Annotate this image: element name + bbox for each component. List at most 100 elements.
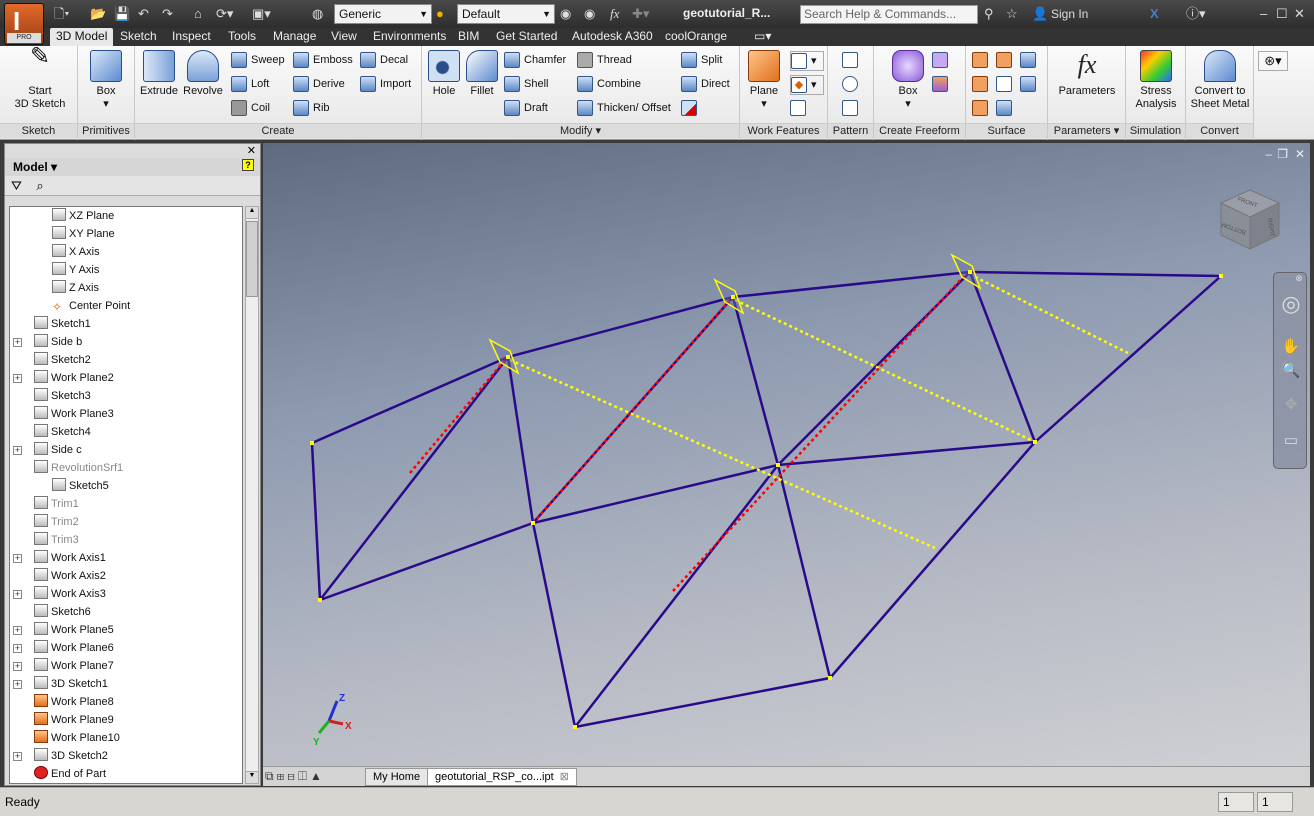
ribbon-options-button[interactable]: ⊛▾ [1258,51,1288,71]
box-button[interactable]: Box ▾ [88,50,124,111]
tab-view[interactable]: View [331,28,357,46]
tree-item[interactable]: Side c [34,441,82,459]
sketch-point[interactable] [310,441,314,445]
tree-item[interactable]: ✧ Center Point [52,297,130,315]
sketch-edge[interactable] [319,356,509,601]
expand-toggle[interactable]: + [13,644,22,653]
scroll-up-button[interactable]: ▲ [246,207,258,219]
hole-button[interactable]: Hole [426,50,462,98]
trim-button[interactable] [996,75,1016,95]
sketch-edge[interactable] [507,295,734,359]
sketch-point[interactable] [776,463,780,467]
expand-toggle[interactable]: + [13,446,22,455]
viewcube[interactable]: FRONT RIGHT BOTTOM [1215,185,1285,255]
delete-face-button[interactable] [681,99,701,119]
save-icon[interactable]: 💾 [114,5,130,23]
fillet-button[interactable]: Fillet [464,50,500,98]
look-at-icon[interactable]: ▭ [1281,431,1301,449]
color-wheel-icon[interactable]: ● [436,5,444,23]
expand-toggle[interactable]: + [13,338,22,347]
derive-button[interactable]: Derive [293,75,345,95]
tab-autodesk-a360[interactable]: Autodesk A360 [572,28,653,46]
freeform-box-button[interactable]: Box ▾ [888,50,928,111]
point-button[interactable]: ◆ ▾ [790,75,824,95]
pan-icon[interactable]: ✋ [1281,337,1301,355]
sketch-point[interactable] [1033,440,1037,444]
tree-scrollbar[interactable]: ▲ ▼ [245,206,259,784]
maximize-icon[interactable]: ☐ [1276,5,1288,23]
tree-item[interactable]: Sketch2 [34,351,91,369]
ribbon-display-toggle-icon[interactable]: ▭▾ [754,28,771,46]
scroll-down-button[interactable]: ▼ [246,771,258,783]
freeform-plane-button[interactable] [932,51,952,71]
tree-item[interactable]: Sketch5 [52,477,109,495]
sketch-point[interactable] [506,355,510,359]
sketch-edge[interactable] [731,296,780,466]
split-button[interactable]: Split [681,51,722,71]
ucs-button[interactable] [790,99,810,119]
tree-item[interactable]: Y Axis [52,261,99,279]
expand-toggle[interactable]: + [13,752,22,761]
tree-item[interactable]: End of Part [34,765,106,783]
scroll-thumb[interactable] [246,221,258,297]
tree-item[interactable]: Work Plane9 [34,711,114,729]
tree-item[interactable]: Work Plane3 [34,405,114,423]
home-icon[interactable]: ⌂ [194,5,202,23]
sketch-edge[interactable] [319,521,534,602]
combine-button[interactable]: Combine [577,75,641,95]
sketch-edge[interactable] [777,440,1036,467]
expand-toggle[interactable]: + [13,374,22,383]
expand-toggle[interactable]: + [13,554,22,563]
tab-manage[interactable]: Manage [273,28,316,46]
mirror-button[interactable] [842,99,862,119]
tree-item[interactable]: RevolutionSrf1 [34,459,123,477]
tree-item[interactable]: Work Plane2 [34,369,114,387]
find-icon[interactable]: ⌕ [36,178,43,193]
sketch-point[interactable] [1219,274,1223,278]
sketch-edge[interactable] [311,355,509,445]
tab-3d-model[interactable]: 3D Model [50,28,114,46]
sketch-point[interactable] [318,598,322,602]
filter-icon[interactable]: ⛛ [11,178,22,193]
material-dropdown[interactable]: Generic ▼ [334,4,432,24]
measure-icon[interactable]: ✚▾ [632,5,649,23]
tree-item[interactable]: Work Plane10 [34,729,120,747]
orbit-icon[interactable]: ✥ [1281,395,1301,413]
clear-appearance-icon[interactable]: ◉ [584,5,595,23]
expand-toggle[interactable]: + [13,680,22,689]
window-arrange-icons[interactable]: ⧉⊞⊟◫▲ [265,769,325,784]
sketch-point[interactable] [573,725,577,729]
axis-button[interactable]: ▾ [790,51,824,71]
document-tab[interactable]: geotutorial_RSP_co...ipt ⊠ [427,768,577,786]
tab-tools[interactable]: Tools [228,28,256,46]
help-icon[interactable]: ⓘ▾ [1186,5,1206,23]
tree-item[interactable]: Work Plane6 [34,639,114,657]
undo-icon[interactable]: ↶ [138,5,149,23]
close-icon[interactable]: ✕ [1294,5,1305,23]
sketch-edge[interactable] [574,676,831,729]
tree-item[interactable]: Trim2 [34,513,79,531]
tree-item[interactable]: XY Plane [52,225,115,243]
fx-icon[interactable]: fx [610,5,619,23]
exchange-apps-icon[interactable]: X [1150,5,1159,23]
sweep-button[interactable]: Sweep [231,51,285,71]
update-icon[interactable]: ⟳▾ [216,5,233,23]
patch-button[interactable] [1020,51,1040,71]
parameters-button[interactable]: fx Parameters [1054,50,1120,98]
circular-pattern-button[interactable] [842,75,862,95]
communication-center-icon[interactable]: ⚲ [984,5,994,23]
sketch-point[interactable] [968,270,972,274]
plane-button[interactable]: Plane ▾ [746,50,782,111]
shell-button[interactable]: Shell [504,75,548,95]
tree-item[interactable]: Work Plane5 [34,621,114,639]
rectangular-pattern-button[interactable] [842,51,862,71]
decal-button[interactable]: Decal [360,51,408,71]
sketch-edge[interactable] [776,464,832,679]
open-icon[interactable]: 📂 [90,5,106,23]
favorites-icon[interactable]: ☆ [1006,5,1018,23]
tree-item[interactable]: Sketch1 [34,315,91,333]
select-icon[interactable]: ▣▾ [252,5,271,23]
tree-item[interactable]: Sketch3 [34,387,91,405]
tree-item[interactable]: 3D Sketch1 [34,675,108,693]
sketch-point[interactable] [531,521,535,525]
